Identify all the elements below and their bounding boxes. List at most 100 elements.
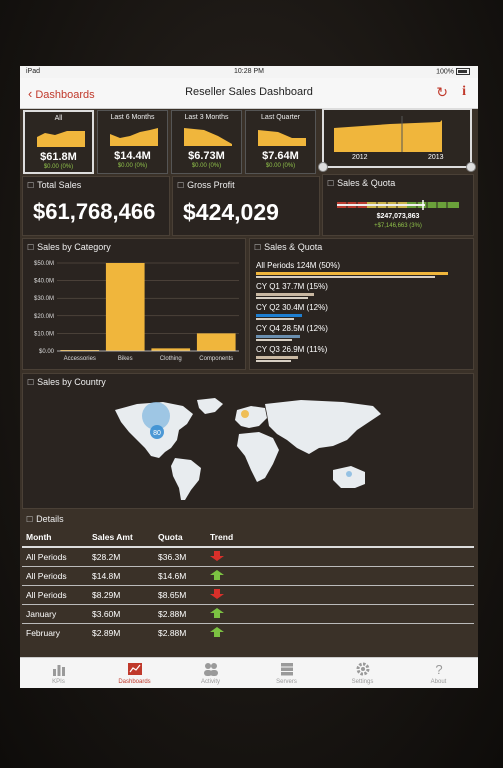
map-bubble-europe[interactable]: [241, 410, 249, 418]
kpi-label: All: [54, 115, 63, 122]
tab-label: About: [430, 679, 447, 685]
sales-by-country-panel: ☐ Sales by Country 80: [22, 373, 474, 509]
kpi-value: $14.4M: [114, 150, 151, 162]
map-bubble-australia[interactable]: [346, 471, 352, 477]
sales-quota-item-label[interactable]: CY Q3 26.9M (11%): [256, 345, 327, 354]
sales-bar: [256, 356, 299, 359]
kpi-tile-last-quarter[interactable]: Last Quarter $7.64M $0.00 (0%): [245, 110, 316, 174]
table-row[interactable]: All Periods $28.2M $36.3M: [22, 546, 474, 567]
table-row[interactable]: January $3.60M $2.88M: [22, 604, 474, 624]
year-range-area-chart: [334, 116, 442, 152]
year-start-label: 2012: [352, 154, 368, 161]
bar-bikes[interactable]: [105, 263, 145, 351]
refresh-icon[interactable]: ↻: [436, 84, 448, 101]
tab-activity[interactable]: Activity: [176, 658, 245, 688]
gross-profit-title-text: Gross Profit: [187, 180, 235, 190]
table-row[interactable]: February $2.89M $2.88M: [22, 623, 474, 642]
bar-chart-icon: [53, 665, 65, 676]
sales-by-country-title-text: Sales by Country: [37, 377, 106, 387]
y-tick-label: $40.0M: [34, 279, 54, 285]
expand-icon[interactable]: ☐: [254, 243, 261, 252]
cell-sales: $3.60M: [88, 604, 154, 624]
table-row[interactable]: All Periods $8.29M $8.65M: [22, 585, 474, 605]
kpi-label: Last Quarter: [261, 114, 300, 121]
kpi-change: $0.00 (0%): [191, 163, 222, 169]
sales-bar: [256, 272, 448, 275]
cell-month: All Periods: [22, 585, 88, 605]
cell-trend: [206, 604, 474, 624]
tab-kpis[interactable]: KPIs: [24, 658, 93, 688]
sales-quota-list-panel: ☐ Sales & Quota All Periods 124M (50%) CY …: [249, 238, 474, 370]
svg-text:?: ?: [435, 662, 442, 676]
x-tick-label: Bikes: [118, 356, 133, 362]
sales-quota-gauge-title: ☐ Sales & Quota: [327, 178, 395, 188]
expand-icon[interactable]: ☐: [27, 243, 34, 252]
info-icon[interactable]: i: [462, 84, 466, 100]
asia-shape: [265, 400, 381, 454]
sales-by-category-panel: ☐ Sales by Category $0.00 $10.0M $20.0M $30.…: [22, 238, 246, 370]
cell-sales: $8.29M: [88, 585, 154, 605]
range-handle-left[interactable]: [318, 162, 328, 172]
server-icon: [281, 663, 293, 676]
expand-icon[interactable]: ☐: [27, 378, 34, 387]
y-tick-label: $0.00: [39, 349, 55, 355]
tab-servers[interactable]: Servers: [252, 658, 321, 688]
cell-month: January: [22, 604, 88, 624]
kpi-tile-last-3-months[interactable]: Last 3 Months $6.73M $0.00 (0%): [171, 110, 242, 174]
cell-quota: $8.65M: [154, 585, 206, 605]
tab-settings[interactable]: Settings: [328, 658, 397, 688]
range-handle-right[interactable]: [466, 162, 476, 172]
kpi-value: $61.8M: [40, 151, 77, 163]
column-header-month[interactable]: Month: [22, 528, 88, 547]
battery-icon: [456, 68, 470, 75]
sales-quota-item-label[interactable]: CY Q1 37.7M (15%): [256, 282, 328, 291]
sales-quota-item-label[interactable]: All Periods 124M (50%): [256, 261, 340, 270]
quota-bar: [256, 339, 293, 341]
kpi-sparkline: [37, 131, 85, 147]
kpi-value: $7.64M: [262, 150, 299, 162]
sales-quota-gauge-panel: ☐ Sales & Quota $247,073,863 +$7,146,663 …: [322, 174, 474, 236]
bar-components[interactable]: [196, 333, 236, 351]
column-header-quota[interactable]: Quota: [154, 528, 206, 547]
cell-trend: [206, 566, 474, 586]
sales-quota-item-label[interactable]: CY Q2 30.4M (12%): [256, 303, 328, 312]
gross-profit-value: $424,029: [183, 199, 279, 225]
dashboard-icon: [128, 663, 142, 675]
table-row[interactable]: All Periods $14.8M $14.6M: [22, 566, 474, 586]
cell-quota: $2.88M: [154, 604, 206, 624]
year-range-selector[interactable]: 2012 2013: [318, 108, 476, 172]
map-bubble-label: 80: [153, 430, 161, 437]
gauge-delta: +$7,146,663 (3%): [374, 223, 422, 229]
cell-quota: $2.88M: [154, 623, 206, 642]
expand-icon[interactable]: ☐: [27, 181, 34, 190]
quota-bar: [256, 276, 435, 278]
total-sales-title-text: Total Sales: [37, 180, 82, 190]
tab-label: Settings: [351, 679, 374, 685]
kpi-tile-all[interactable]: All $61.8M $0.00 (0%): [23, 110, 94, 174]
tab-about[interactable]: ? About: [404, 658, 473, 688]
gear-icon: [356, 662, 370, 676]
tab-dashboards[interactable]: Dashboards: [100, 658, 169, 688]
x-tick-label: Components: [199, 356, 233, 362]
sales-quota-gauge-title-text: Sales & Quota: [337, 178, 396, 188]
kpi-tile-last-6-months[interactable]: Last 6 Months $14.4M $0.00 (0%): [97, 110, 168, 174]
year-end-label: 2013: [428, 154, 444, 161]
column-header-sales-amt[interactable]: Sales Amt: [88, 528, 154, 547]
greenland-shape: [197, 398, 223, 414]
sales-quota-list-title-text: Sales & Quota: [264, 242, 323, 252]
y-tick-label: $50.0M: [34, 261, 54, 267]
page-title: Reseller Sales Dashboard: [185, 86, 313, 98]
kpi-label: Last 3 Months: [184, 114, 229, 121]
sales-quota-item-label[interactable]: CY Q4 28.5M (12%): [256, 324, 328, 333]
quota-bar: [256, 297, 308, 299]
cell-quota: $14.6M: [154, 566, 206, 586]
expand-icon[interactable]: ☐: [327, 179, 334, 188]
world-map[interactable]: 80: [111, 396, 386, 504]
expand-icon[interactable]: ☐: [177, 181, 184, 190]
gauge-value: $247,073,863: [376, 213, 420, 220]
sales-bar: [256, 293, 314, 296]
column-header-trend[interactable]: Trend: [206, 528, 474, 547]
expand-icon[interactable]: ☐: [26, 515, 33, 524]
y-tick-label: $10.0M: [34, 331, 54, 337]
south-america-shape: [171, 458, 201, 500]
